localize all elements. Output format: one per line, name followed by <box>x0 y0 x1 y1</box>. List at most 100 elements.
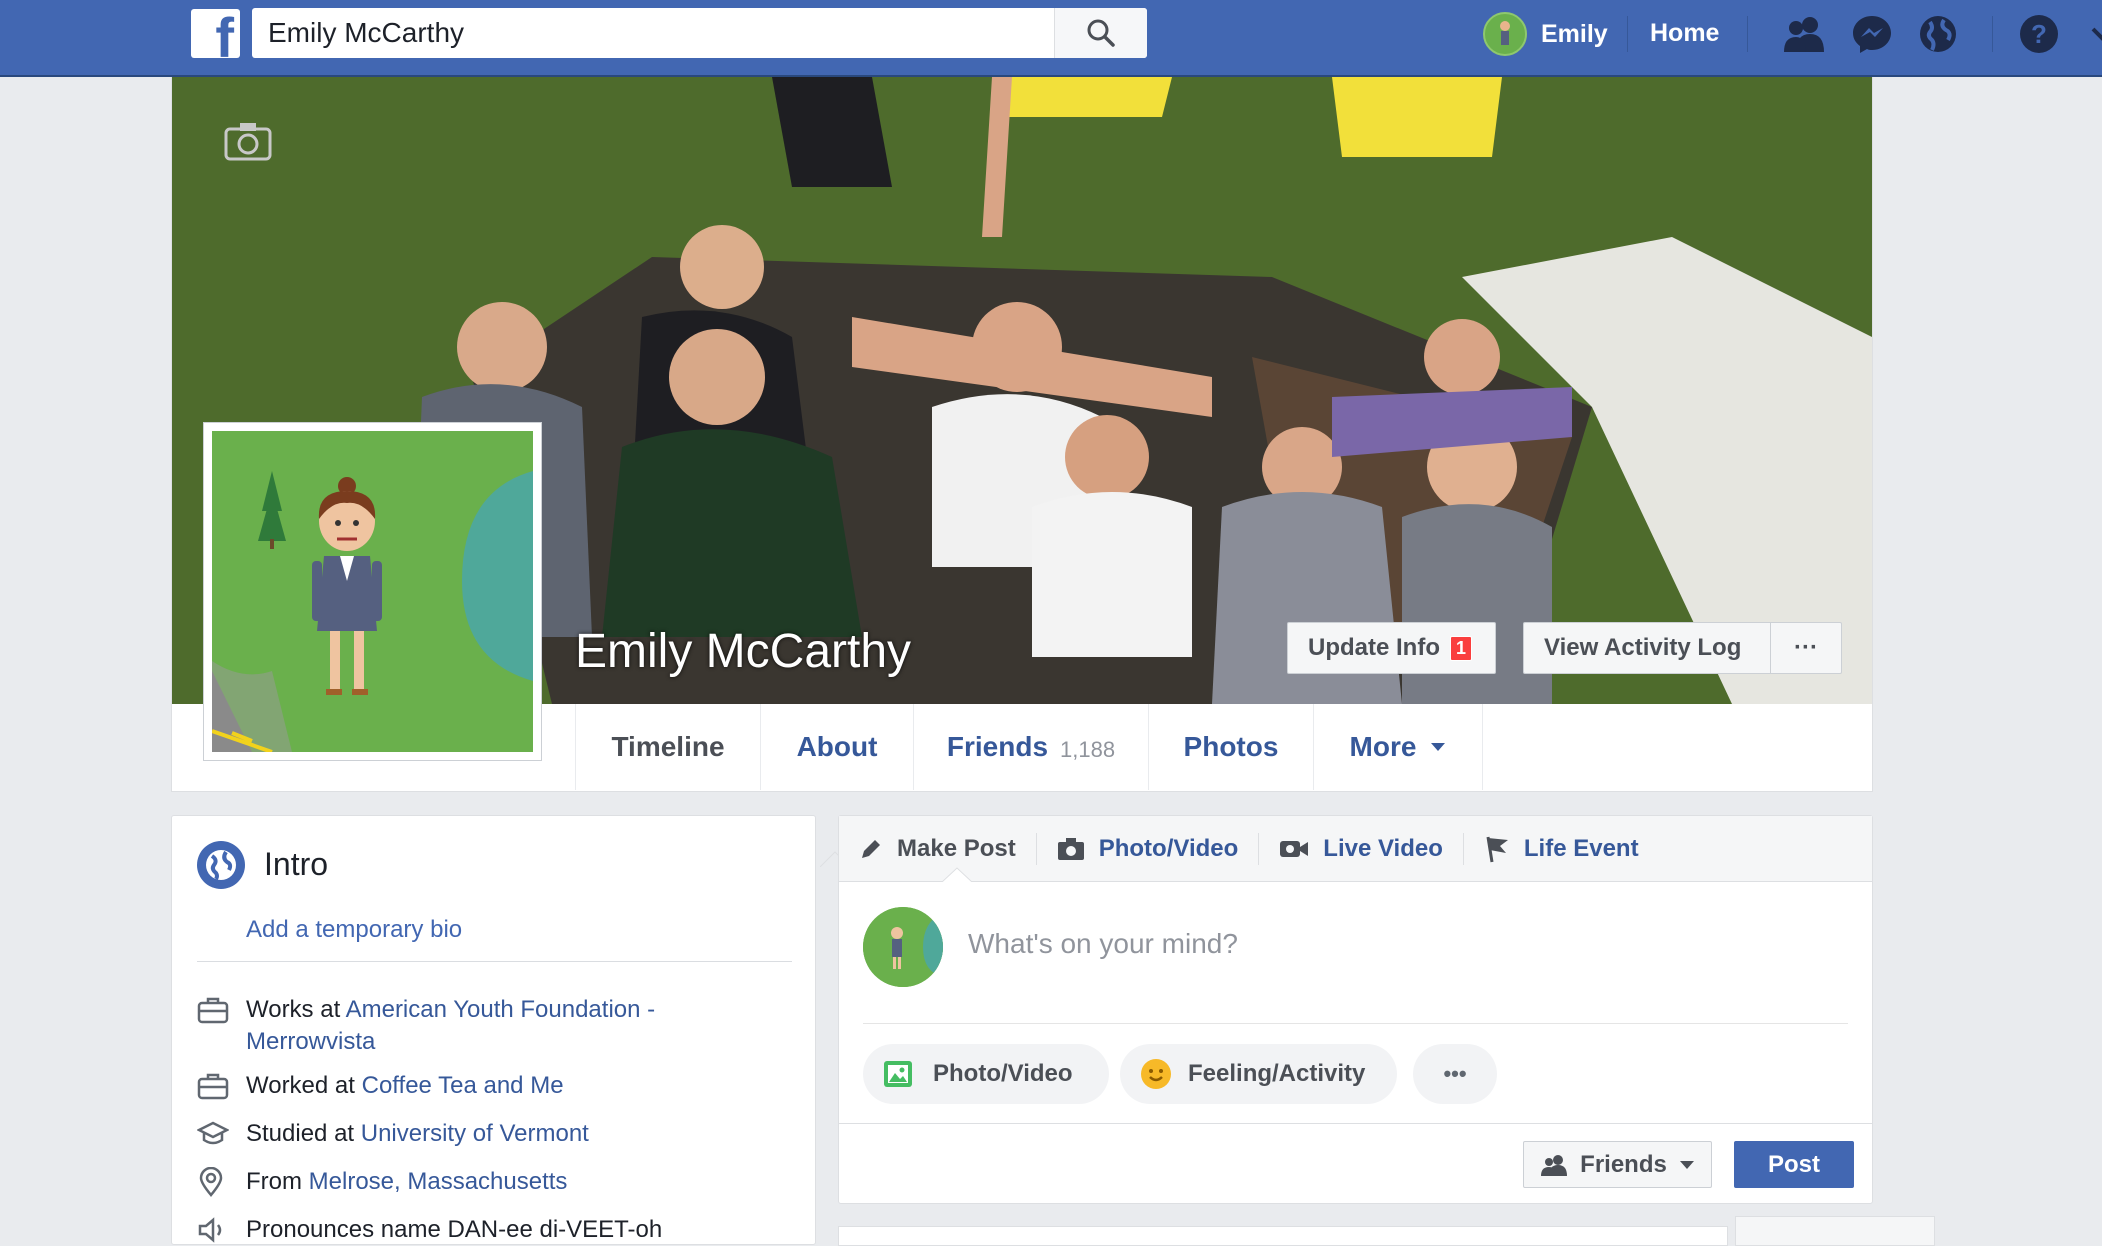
location-pin-icon <box>197 1166 231 1198</box>
friends-count: 1,188 <box>1060 737 1116 762</box>
avatar <box>863 907 943 987</box>
composer-tab-life-event[interactable]: Life Event <box>1464 833 1659 865</box>
nav-home-link[interactable]: Home <box>1650 19 1719 48</box>
more-dots-icon: ••• <box>1443 1061 1467 1086</box>
briefcase-icon <box>197 1070 231 1102</box>
more-options-icon: ··· <box>1794 634 1818 661</box>
work-prefix: Works at <box>246 996 346 1023</box>
intro-hometown: From Melrose, Massachusetts <box>197 1166 567 1198</box>
intro-work-past: Worked at Coffee Tea and Me <box>197 1070 564 1102</box>
globe-icon <box>197 841 245 889</box>
search-icon <box>1087 19 1115 47</box>
composer-more-button[interactable]: ••• <box>1413 1044 1497 1104</box>
from-prefix: From <box>246 1168 309 1195</box>
feeling-activity-label: Feeling/Activity <box>1188 1060 1366 1087</box>
next-side-card <box>1735 1216 1935 1246</box>
feeling-activity-button[interactable]: Feeling/Activity <box>1120 1044 1397 1104</box>
nav-divider <box>1992 16 1993 52</box>
hometown-link[interactable]: Melrose, Massachusetts <box>309 1168 568 1195</box>
update-info-label: Update Info <box>1308 634 1440 661</box>
notifications-globe-icon[interactable] <box>1916 12 1960 56</box>
composer-tab-label: Photo/Video <box>1098 834 1239 862</box>
briefcase-icon <box>197 994 231 1026</box>
photo-icon <box>883 1060 913 1088</box>
work-prefix: Worked at <box>246 1072 362 1099</box>
composer-tab-photo-video[interactable]: Photo/Video <box>1037 832 1260 865</box>
photo-video-label: Photo/Video <box>933 1060 1073 1087</box>
audience-label: Friends <box>1580 1150 1667 1178</box>
search-button[interactable] <box>1054 8 1147 58</box>
search-box <box>252 8 1147 58</box>
update-info-button[interactable]: Update Info 1 <box>1287 622 1496 674</box>
help-icon[interactable]: ? <box>2017 12 2061 56</box>
cover-camera-icon[interactable] <box>224 121 272 161</box>
past-employer-link[interactable]: Coffee Tea and Me <box>362 1072 564 1099</box>
caret-down-icon <box>1679 1160 1694 1169</box>
employer-link-continued[interactable]: Merrowvista <box>246 1028 375 1055</box>
logo-letter: f <box>215 9 234 59</box>
intro-title: Intro <box>264 846 329 882</box>
video-camera-icon <box>1279 838 1309 860</box>
profile-tabs: Timeline About Friends 1,188 Photos More <box>575 704 1483 790</box>
school-link[interactable]: University of Vermont <box>361 1120 589 1147</box>
composer-divider <box>863 1023 1848 1024</box>
friends-icon <box>1541 1154 1568 1176</box>
intro-work-current: Works at American Youth Foundation - Mer… <box>197 994 655 1058</box>
tab-photos[interactable]: Photos <box>1148 704 1313 790</box>
nav-user-name: Emily <box>1541 19 1608 48</box>
nav-profile-link[interactable]: Emily <box>1483 11 1608 57</box>
svg-text:?: ? <box>2031 19 2047 49</box>
profile-picture-image <box>212 431 533 752</box>
intro-divider <box>197 961 792 962</box>
tab-about-label: About <box>796 731 878 762</box>
profile-more-options-button[interactable]: ··· <box>1770 622 1842 674</box>
avatar <box>1483 12 1527 56</box>
add-bio-link[interactable]: Add a temporary bio <box>246 916 462 944</box>
photo-video-button[interactable]: Photo/Video <box>863 1044 1109 1104</box>
camera-icon <box>1057 837 1085 861</box>
activity-log-label: View Activity Log <box>1544 634 1742 661</box>
next-feed-card <box>838 1226 1728 1246</box>
profile-picture[interactable] <box>203 422 542 761</box>
tab-friends-label: Friends <box>946 731 1049 762</box>
tab-more[interactable]: More <box>1313 704 1483 790</box>
search-input[interactable] <box>252 8 1052 58</box>
tab-timeline[interactable]: Timeline <box>575 704 760 790</box>
profile-header-card: Emily McCarthy Update Info 1 View Activi… <box>171 77 1873 867</box>
nav-divider <box>1627 16 1628 52</box>
account-menu-chevron-icon[interactable] <box>2080 12 2102 56</box>
friend-requests-icon[interactable] <box>1782 12 1826 56</box>
post-composer: Make Post Photo/Video Live Video Life Ev… <box>838 815 1873 1204</box>
intro-pronunciation: Pronounces name DAN-ee di-VEET-oh <box>197 1214 662 1246</box>
composer-tab-live-video[interactable]: Live Video <box>1259 832 1464 865</box>
caret-down-icon <box>1431 743 1446 751</box>
composer-footer: Friends Post <box>839 1123 1872 1204</box>
speaker-icon <box>197 1214 231 1246</box>
update-info-badge: 1 <box>1450 635 1473 661</box>
composer-tab-pointer <box>942 867 972 882</box>
composer-tabs: Make Post Photo/Video Live Video Life Ev… <box>839 816 1872 882</box>
school-prefix: Studied at <box>246 1120 361 1147</box>
composer-tab-make-post[interactable]: Make Post <box>839 832 1037 865</box>
facebook-logo-icon[interactable]: f <box>191 9 240 58</box>
pencil-icon <box>859 837 883 861</box>
composer-tab-label: Make Post <box>897 834 1016 862</box>
graduation-cap-icon <box>197 1118 231 1150</box>
tab-timeline-label: Timeline <box>611 731 725 762</box>
status-input[interactable]: What's on your mind? <box>968 928 1238 960</box>
tab-more-label: More <box>1349 731 1417 762</box>
nav-divider <box>1747 16 1748 52</box>
messenger-icon[interactable] <box>1850 12 1894 56</box>
view-activity-log-button[interactable]: View Activity Log <box>1523 622 1770 674</box>
composer-tab-label: Life Event <box>1523 834 1639 862</box>
smiley-icon <box>1140 1058 1172 1090</box>
tab-about[interactable]: About <box>760 704 913 790</box>
tab-friends[interactable]: Friends 1,188 <box>913 704 1148 790</box>
top-navigation-bar: f Emily Home <box>0 0 2102 77</box>
post-button[interactable]: Post <box>1734 1141 1854 1188</box>
pronunciation-text: Pronounces name DAN-ee di-VEET-oh <box>246 1216 663 1243</box>
employer-link[interactable]: American Youth Foundation - <box>346 996 656 1023</box>
audience-selector[interactable]: Friends <box>1523 1141 1712 1188</box>
intro-card: Intro Add a temporary bio Works at Ameri… <box>171 815 816 1245</box>
flag-icon <box>1484 835 1510 863</box>
